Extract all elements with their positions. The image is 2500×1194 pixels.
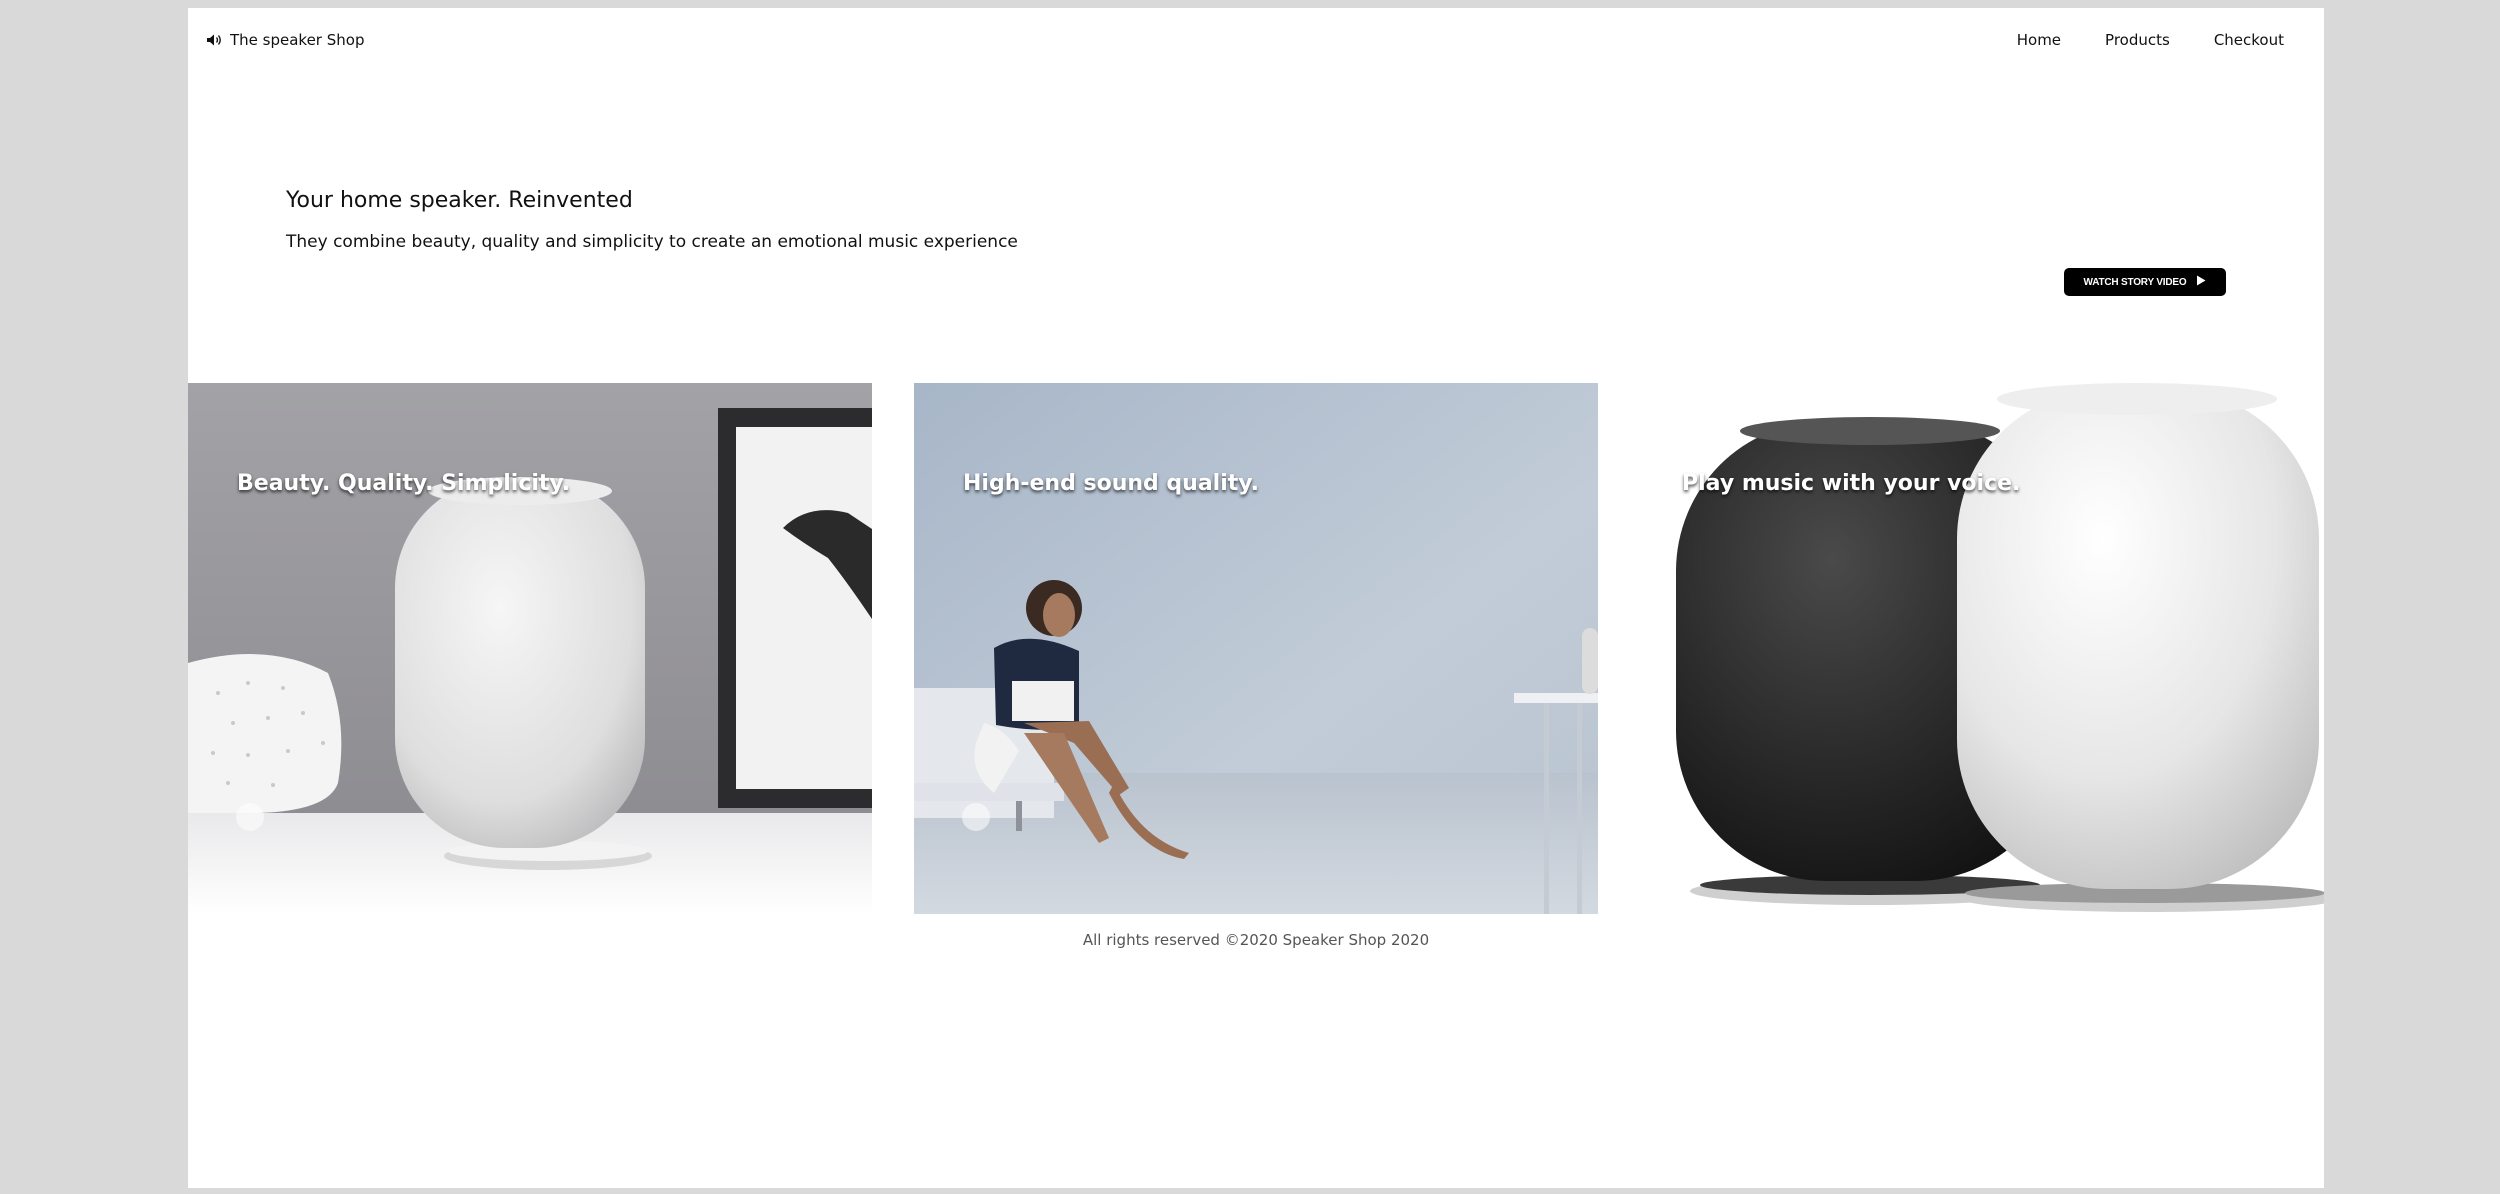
nav-home-link[interactable]: Home: [2017, 31, 2061, 49]
brand-logo[interactable]: The speaker Shop: [206, 22, 364, 58]
watch-story-video-button[interactable]: WATCH STORY VIDEO: [2064, 268, 2226, 296]
nav-products-link[interactable]: Products: [2105, 31, 2170, 49]
brand-label: The speaker Shop: [230, 31, 365, 49]
hero-title: Your home speaker. Reinvented: [286, 188, 633, 213]
card-caption: Beauty. Quality. Simplicity.: [237, 471, 571, 496]
main-nav: Home Products Checkout: [2017, 22, 2284, 58]
window-bottom-edge: [0, 1188, 2500, 1194]
hero-subtitle: They combine beauty, quality and simplic…: [286, 232, 1018, 252]
listening-woman-image: [914, 383, 1598, 914]
slide-indicator-dot[interactable]: [962, 803, 990, 831]
card-caption: Play music with your voice.: [1682, 471, 2021, 496]
feature-card-voice[interactable]: Play music with your voice.: [1640, 383, 2324, 914]
page-container: The speaker Shop Home Products Checkout …: [188, 8, 2324, 1188]
feature-card-sound[interactable]: High-end sound quality.: [914, 383, 1598, 914]
nav-checkout-link[interactable]: Checkout: [2214, 31, 2284, 49]
play-icon: [2196, 275, 2206, 289]
feature-card-beauty[interactable]: Beauty. Quality. Simplicity.: [188, 383, 872, 914]
speakers-pair-image: [1640, 383, 2324, 914]
slide-indicator-dot[interactable]: [1668, 803, 1696, 831]
watch-button-label: WATCH STORY VIDEO: [2083, 276, 2187, 288]
footer-copyright: All rights reserved ©2020 Speaker Shop 2…: [1082, 931, 1430, 949]
speaker-icon: [206, 33, 224, 47]
speaker-room-image: [188, 383, 872, 914]
slide-indicator-dot[interactable]: [236, 803, 264, 831]
card-caption: High-end sound quality.: [963, 471, 1259, 496]
